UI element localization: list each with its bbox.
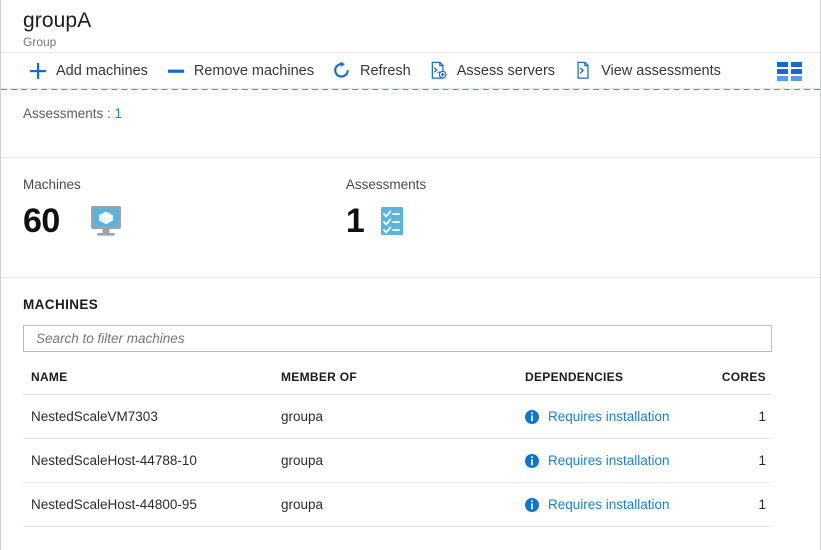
dependencies-link[interactable]: Requires installation	[548, 453, 670, 468]
stat-machines-label: Machines	[23, 177, 81, 192]
page-subtitle: Group	[23, 35, 57, 49]
assess-servers-button[interactable]: Assess servers	[420, 53, 564, 89]
column-header-cores[interactable]: CORES	[712, 366, 772, 395]
cell-member-of: groupa	[273, 394, 517, 439]
cell-machine-name[interactable]: NestedScaleHost-44800-95	[23, 482, 273, 527]
cell-cores: 1	[712, 438, 772, 483]
assessments-filter-label: Assessments :	[23, 106, 111, 121]
refresh-button[interactable]: Refresh	[323, 53, 420, 89]
assess-servers-icon	[429, 61, 449, 81]
assessment-checklist-icon	[378, 205, 406, 237]
column-header-member-of[interactable]: MEMBER OF	[273, 366, 517, 395]
view-assessments-button[interactable]: View assessments	[564, 53, 730, 89]
machine-monitor-icon	[88, 204, 124, 238]
add-machines-label: Add machines	[56, 62, 148, 79]
view-assessments-label: View assessments	[601, 62, 721, 79]
cell-dependencies: Requires installation	[517, 482, 712, 527]
cell-cores: 1	[712, 482, 772, 527]
remove-machines-button[interactable]: Remove machines	[157, 53, 323, 89]
cell-cores: 1	[712, 394, 772, 439]
blade-title-area: groupA Group	[1, 0, 820, 52]
dependencies-link[interactable]: Requires installation	[548, 497, 670, 512]
machines-table: NAME MEMBER OF DEPENDENCIES CORES Nested…	[23, 366, 772, 527]
grid-view-icon	[777, 61, 802, 81]
add-machines-button[interactable]: Add machines	[19, 53, 157, 89]
grid-view-button[interactable]	[771, 53, 808, 89]
table-header-row: NAME MEMBER OF DEPENDENCIES CORES	[23, 366, 772, 395]
column-header-name[interactable]: NAME	[23, 366, 273, 395]
stats-panel: Machines 60 Assessments 1	[1, 158, 820, 278]
table-row[interactable]: NestedScaleVM7303 groupa Requires instal…	[23, 394, 772, 439]
refresh-label: Refresh	[359, 62, 411, 79]
column-header-dependencies[interactable]: DEPENDENCIES	[517, 366, 712, 395]
table-row[interactable]: NestedScaleHost-44800-95 groupa Requires…	[23, 482, 772, 527]
cell-machine-name[interactable]: NestedScaleVM7303	[23, 394, 273, 439]
remove-machines-label: Remove machines	[193, 62, 314, 79]
machines-section: MACHINES NAME MEMBER OF DEPENDENCIES COR…	[1, 278, 820, 527]
plus-icon	[28, 61, 48, 81]
stat-machines: Machines 60	[23, 176, 124, 277]
stat-assessments: Assessments 1	[346, 176, 426, 277]
cell-machine-name[interactable]: NestedScaleHost-44788-10	[23, 438, 273, 483]
cell-member-of: groupa	[273, 482, 517, 527]
table-row[interactable]: NestedScaleHost-44788-10 groupa Requires…	[23, 438, 772, 483]
search-input[interactable]	[34, 330, 761, 347]
cell-dependencies: Requires installation	[517, 438, 712, 483]
assessments-filter-chip: Assessments : 1	[23, 106, 122, 121]
stat-assessments-label: Assessments	[345, 177, 427, 192]
machines-section-title: MACHINES	[23, 297, 99, 312]
command-bar: Add machines Remove machines Refresh Ass…	[1, 52, 820, 89]
view-assessments-icon	[573, 61, 593, 81]
minus-icon	[166, 61, 186, 81]
refresh-icon	[332, 61, 352, 81]
cell-dependencies: Requires installation	[517, 394, 712, 439]
dependencies-link[interactable]: Requires installation	[548, 409, 670, 424]
search-machines-box[interactable]	[23, 325, 772, 352]
info-icon	[525, 497, 539, 512]
stat-assessments-value: 1	[345, 202, 365, 240]
blade-container: groupA Group Add machines Remove machine…	[0, 0, 821, 550]
assess-servers-label: Assess servers	[456, 62, 556, 79]
cell-member-of: groupa	[273, 438, 517, 483]
page-title: groupA	[23, 9, 92, 32]
info-icon	[525, 409, 539, 424]
info-icon	[525, 453, 539, 468]
assessments-filter-value[interactable]: 1	[115, 106, 123, 121]
stat-machines-value: 60	[23, 202, 60, 240]
filter-row: Assessments : 1	[1, 90, 820, 158]
